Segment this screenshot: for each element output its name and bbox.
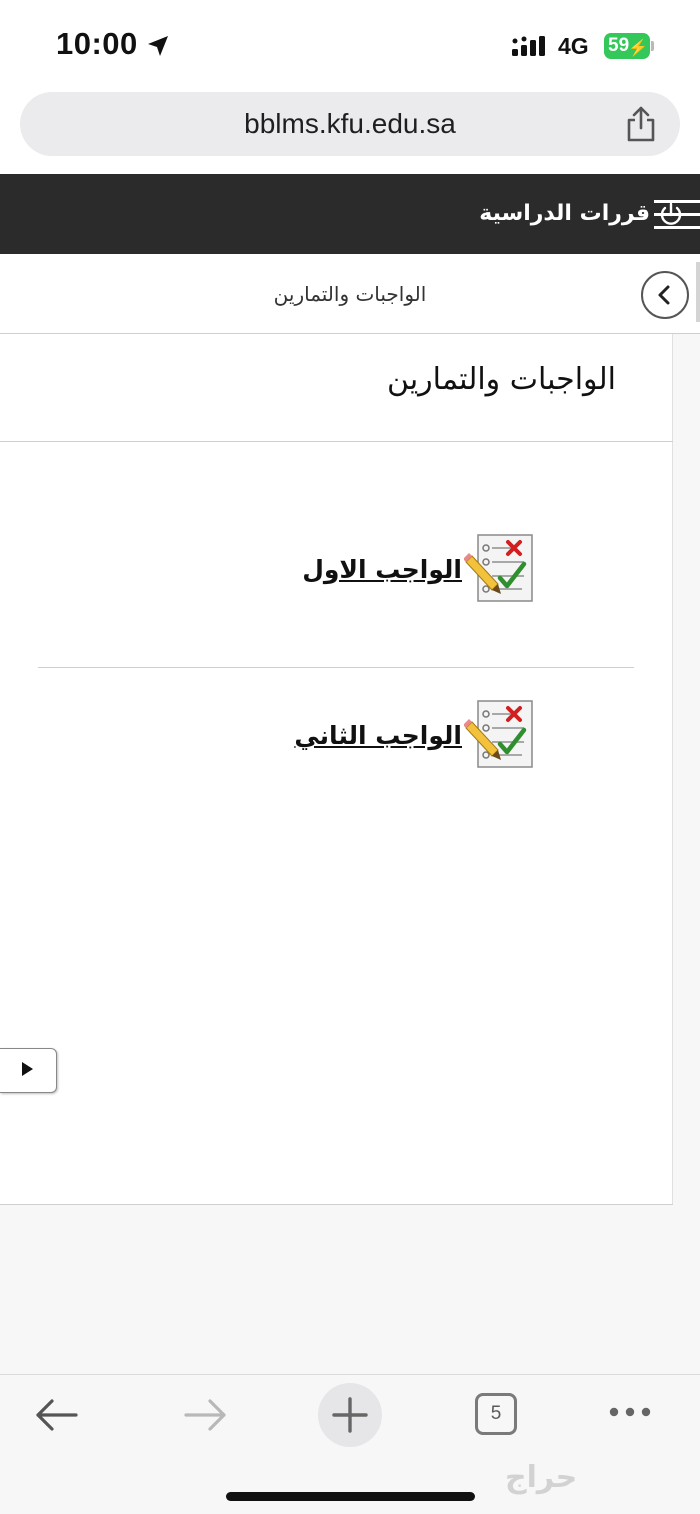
new-tab-button[interactable] bbox=[318, 1383, 382, 1447]
cellular-signal-icon bbox=[512, 36, 545, 56]
assignment-link-1[interactable]: الواجب الاول bbox=[302, 555, 462, 584]
content-bottom-divider bbox=[0, 1204, 673, 1205]
address-bar[interactable]: bblms.kfu.edu.sa bbox=[20, 92, 680, 156]
power-icon[interactable] bbox=[658, 201, 684, 229]
forward-arrow-icon[interactable] bbox=[182, 1397, 228, 1433]
assignment-item-1[interactable]: الواجب الاول bbox=[302, 532, 536, 606]
breadcrumb-back-button[interactable] bbox=[641, 271, 689, 319]
battery-indicator: 59 ⚡ bbox=[604, 33, 650, 59]
assignment-item-2[interactable]: الواجب الثاني bbox=[294, 698, 536, 772]
course-header: قررات الدراسية bbox=[0, 174, 700, 254]
item-divider bbox=[38, 667, 634, 668]
assignment-checklist-icon bbox=[464, 700, 533, 768]
assignment-link-2[interactable]: الواجب الثاني bbox=[294, 721, 462, 750]
location-arrow-icon bbox=[148, 36, 168, 56]
url-text[interactable]: bblms.kfu.edu.sa bbox=[20, 92, 680, 156]
share-icon[interactable] bbox=[624, 106, 658, 142]
network-type: 4G bbox=[558, 33, 589, 59]
tab-switcher-button[interactable]: 5 bbox=[475, 1393, 517, 1435]
content-panel: الواجبات والتمارين الواجب الاول الواجب ا… bbox=[0, 334, 673, 1205]
assignment-checklist-icon bbox=[464, 534, 533, 602]
content-area: الواجبات والتمارين الواجب الاول الواجب ا… bbox=[0, 334, 700, 1374]
expand-panel-button[interactable] bbox=[0, 1048, 57, 1093]
battery-tip bbox=[651, 41, 654, 51]
status-bar: 10:00 4G 59 ⚡ bbox=[0, 0, 700, 88]
chevron-left-icon bbox=[658, 285, 670, 305]
breadcrumb-current: الواجبات والتمارين bbox=[273, 282, 427, 306]
course-header-title[interactable]: قررات الدراسية bbox=[479, 174, 650, 254]
charging-bolt-icon: ⚡ bbox=[628, 40, 648, 57]
battery-level: 59 bbox=[608, 35, 630, 56]
back-arrow-icon[interactable] bbox=[34, 1397, 80, 1433]
breadcrumb: الواجبات والتمارين bbox=[0, 254, 700, 334]
heading-divider bbox=[0, 441, 673, 442]
play-triangle-icon bbox=[22, 1062, 33, 1076]
more-options-icon[interactable] bbox=[608, 1405, 652, 1419]
plus-icon bbox=[332, 1397, 368, 1433]
scroll-indicator bbox=[696, 262, 700, 322]
home-indicator[interactable] bbox=[226, 1492, 475, 1501]
page-title: الواجبات والتمارين bbox=[387, 362, 616, 397]
watermark-logo: حراج bbox=[505, 1460, 578, 1495]
status-time: 10:00 bbox=[56, 26, 138, 61]
